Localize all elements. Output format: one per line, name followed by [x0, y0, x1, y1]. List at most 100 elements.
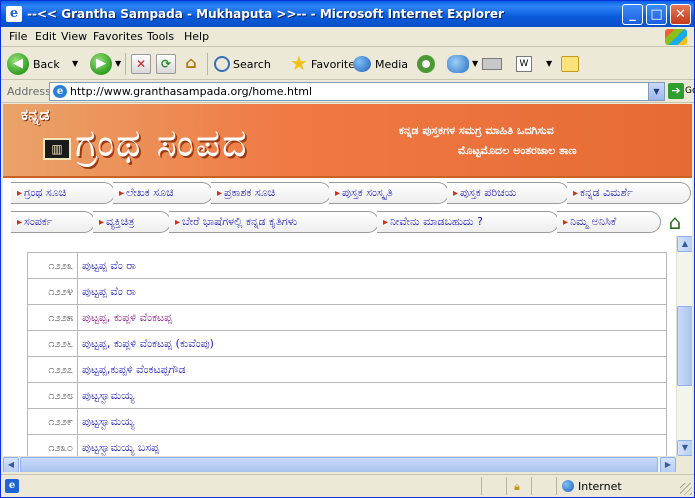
toolbar-separator [207, 53, 208, 75]
forward-icon[interactable]: ▶ [90, 53, 112, 75]
table-row: ೧೨೨೮ ಪುಟ್ಟಸ್ವಾಮಯ್ಯ [27, 382, 667, 409]
table-row: ೧೨೨೭ ಪುಟ್ಟಪ್ಪ,ಕುಪ್ಪಳಿ ವೆಂಕಟಪ್ಪಗೌಡ [27, 356, 667, 383]
lock-icon: 🔒︎ [514, 480, 520, 493]
page-content: ಕನ್ನಡ ▥ ಗ್ರಂಥ ಸಂಪದ ಕನ್ನಡ ಪುಸ್ತಕಗಳ ಸಮಗ್ರ … [3, 104, 692, 472]
messenger-icon[interactable] [561, 56, 579, 72]
menu-help[interactable]: Help [184, 30, 209, 43]
mail-dropdown-icon[interactable]: ▼ [472, 59, 478, 68]
table-row: ೧೨೨೩ ಪುಟ್ಟಪ್ಪ ವೆಂ ರಾ [27, 252, 667, 279]
menu-file[interactable]: File [9, 30, 27, 43]
status-divider [531, 477, 532, 495]
author-name-link[interactable]: ಪುಟ್ಟಸ್ವಾಮಯ್ಯ [77, 382, 667, 409]
toolbar-separator [125, 53, 126, 75]
horizontal-scroll-thumb[interactable] [20, 457, 658, 472]
print-icon[interactable] [482, 58, 502, 70]
media-button-label[interactable]: Media [375, 58, 408, 71]
address-field[interactable]: e ▼ [49, 82, 665, 101]
toolbar: ◀ Back ▼ ▶ ▼ ✕ ⟳ ⌂ Search ★ Favorites Me… [1, 48, 694, 80]
back-dropdown-icon[interactable]: ▼ [72, 59, 78, 68]
nav-other-languages[interactable]: ಬೇರೆ ಭಾಷೆಗಳಲ್ಲಿ ಕನ್ನಡ ಕೃತಿಗಳು [169, 211, 379, 233]
scroll-right-icon[interactable]: ▶ [660, 457, 676, 472]
edit-icon[interactable]: W [516, 56, 532, 72]
address-bar: Address e ▼ ➔ Go [1, 81, 695, 103]
nav-pustaka-parichaya[interactable]: ಪುಸ್ತಕ ಪರಿಚಯ [447, 182, 569, 204]
author-name-link[interactable]: ಪುಟ್ಟಸ್ವಾಮಯ್ಯ [77, 408, 667, 435]
back-button-label[interactable]: Back [33, 58, 60, 71]
security-zone-label: Internet [578, 480, 622, 493]
minimize-button[interactable]: _ [622, 4, 643, 25]
page-icon: e [53, 85, 67, 98]
horizontal-scrollbar[interactable]: ◀ ▶ [3, 456, 676, 472]
window-title: --<< Grantha Sampada - Mukhaputa >>-- - … [27, 7, 504, 21]
windows-logo-icon [665, 29, 687, 45]
internet-zone-icon [562, 480, 574, 492]
author-name-link[interactable]: ಪುಟ್ಟಪ್ಪ,ಕುಪ್ಪಳಿ ವೆಂಕಟಪ್ಪಗೌಡ [77, 356, 667, 383]
nav-what-you-can-do[interactable]: ನೀವೇನು ಮಾಡಬಹುದು ? [377, 211, 559, 233]
address-label: Address [7, 85, 51, 98]
search-button-label[interactable]: Search [233, 58, 271, 71]
row-number: ೧೨೨೪ [27, 278, 78, 305]
author-table: ೧೨೨೩ ಪುಟ್ಟಪ್ಪ ವೆಂ ರಾ ೧೨೨೪ ಪುಟ್ಟಪ್ಪ ವೆಂ ರಾ ೧೨… [27, 252, 667, 461]
maximize-button[interactable]: □ [646, 4, 667, 25]
table-row: ೧೨೨೪ ಪುಟ್ಟಪ್ಪ ವೆಂ ರಾ [27, 278, 667, 305]
row-number: ೧೨೨೮ [27, 382, 78, 409]
scroll-down-icon[interactable]: ▼ [677, 440, 692, 456]
nav-kannada-vimarshe[interactable]: ಕನ್ನಡ ವಿಮರ್ಶೆ [567, 182, 691, 204]
scroll-corner [676, 456, 692, 472]
ie-icon[interactable]: e [6, 6, 22, 22]
edit-dropdown-icon[interactable]: ▼ [546, 59, 552, 68]
vertical-scrollbar[interactable]: ▲ ▼ [676, 236, 692, 456]
menu-tools[interactable]: Tools [147, 30, 174, 43]
book-logo-icon: ▥ [43, 138, 71, 160]
search-icon[interactable] [214, 56, 230, 72]
author-name-link[interactable]: ಪುಟ್ಟಪ್ಪ, ಕುಪ್ಪಳಿ ವೆಂಕಟಪ್ಪ [77, 304, 667, 331]
go-button-label[interactable]: Go [685, 86, 695, 96]
author-name-link[interactable]: ಪುಟ್ಟಪ್ಪ, ಕುಪ್ಪಳಿ ವೆಂಕಟಪ್ಪ (ಕುವೆಂಪು) [77, 330, 667, 357]
table-row: ೧೨೨೯ ಪುಟ್ಟಸ್ವಾಮಯ್ಯ [27, 408, 667, 435]
site-banner: ಕನ್ನಡ ▥ ಗ್ರಂಥ ಸಂಪದ ಕನ್ನಡ ಪುಸ್ತಕಗಳ ಸಮಗ್ರ … [3, 104, 692, 176]
stop-icon[interactable]: ✕ [131, 54, 151, 74]
site-nav: ಗ್ರಂಥ ಸೂಚಿ ಲೇಖಕ ಸೂಚಿ ಪ್ರಕಾಶಕ ಸೂಚಿ ಪುಸ್ತಕ… [3, 176, 692, 236]
go-icon[interactable]: ➔ [668, 83, 684, 99]
favorites-icon[interactable]: ★ [290, 52, 308, 74]
scroll-left-icon[interactable]: ◀ [3, 457, 19, 472]
nav-samparka[interactable]: ಸಂಪರ್ಕ [11, 211, 95, 233]
history-icon[interactable] [417, 55, 435, 73]
menu-edit[interactable]: Edit [35, 30, 56, 43]
address-input[interactable] [70, 84, 630, 99]
menu-view[interactable]: View [61, 30, 87, 43]
nav-prakashaka-suchi[interactable]: ಪ್ರಕಾಶಕ ಸೂಚಿ [211, 182, 331, 204]
banner-kannada-label: ಕನ್ನಡ [21, 105, 50, 124]
menu-favorites[interactable]: Favorites [93, 30, 143, 43]
banner-subtitle-line1: ಕನ್ನಡ ಪುಸ್ತಕಗಳ ಸಮಗ್ರ ಮಾಹಿತಿ ಒದಗಿಸುವ [399, 124, 554, 137]
nav-lekhaka-suchi[interactable]: ಲೇಖಕ ಸೂಚಿ [113, 182, 213, 204]
ie-window: e --<< Grantha Sampada - Mukhaputa >>-- … [0, 0, 695, 498]
status-divider [506, 477, 507, 495]
results-area: ೧೨೨೩ ಪುಟ್ಟಪ್ಪ ವೆಂ ರಾ ೧೨೨೪ ಪುಟ್ಟಪ್ಪ ವೆಂ ರಾ ೧೨… [3, 236, 676, 461]
banner-subtitle-line2: ಮೊಟ್ಟಮೊದಲ ಅಂತರಜಾಲ ತಾಣ [458, 144, 577, 157]
mail-icon[interactable] [447, 55, 469, 73]
forward-dropdown-icon[interactable]: ▼ [115, 59, 121, 68]
nav-your-opinion[interactable]: ನಿಮ್ಮ ಅನಿಸಿಕೆ [557, 211, 661, 233]
media-icon[interactable] [353, 56, 371, 72]
nav-grantha-suchi[interactable]: ಗ್ರಂಥ ಸೂಚಿ [11, 182, 115, 204]
author-name-link[interactable]: ಪುಟ್ಟಪ್ಪ ವೆಂ ರಾ [77, 252, 667, 279]
author-name-link[interactable]: ಪುಟ್ಟಪ್ಪ ವೆಂ ರಾ [77, 278, 667, 305]
title-bar[interactable]: e --<< Grantha Sampada - Mukhaputa >>-- … [1, 1, 694, 27]
nav-pustaka-samskriti[interactable]: ಪುಸ್ತಕ ಸಂಸ್ಕೃತಿ [329, 182, 449, 204]
table-row: ೧೨೨೫ ಪುಟ್ಟಪ್ಪ, ಕುಪ್ಪಳಿ ವೆಂಕಟಪ್ಪ [27, 304, 667, 331]
resize-grip[interactable] [680, 483, 692, 495]
status-divider [556, 477, 557, 495]
home-icon[interactable]: ⌂ [181, 54, 201, 74]
back-icon[interactable]: ◀ [7, 53, 29, 75]
status-divider [481, 477, 482, 495]
vertical-scroll-thumb[interactable] [677, 306, 692, 386]
close-button[interactable]: ✕ [670, 4, 691, 25]
scroll-up-icon[interactable]: ▲ [677, 236, 692, 252]
house-icon[interactable]: ⌂ [664, 211, 686, 233]
refresh-icon[interactable]: ⟳ [156, 54, 176, 74]
banner-title: ಗ್ರಂಥ ಸಂಪದ [75, 121, 249, 165]
nav-vyakti-chitra[interactable]: ವ್ಯಕ್ತಿಚಿತ್ರ [93, 211, 171, 233]
row-number: ೧೨೨೯ [27, 408, 78, 435]
address-dropdown-icon[interactable]: ▼ [648, 83, 664, 100]
